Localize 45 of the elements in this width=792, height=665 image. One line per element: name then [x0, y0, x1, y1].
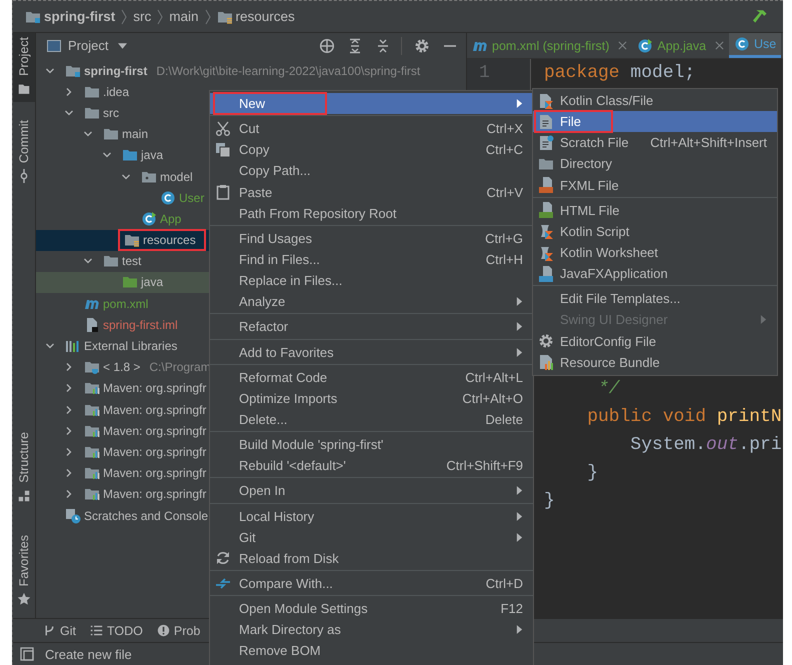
tree-item-label: < 1.8 >: [103, 360, 140, 374]
tree-item-label: User: [179, 190, 204, 205]
shortcut-text: Ctrl+Alt+L: [465, 370, 523, 385]
code-line: }: [586, 462, 600, 485]
code-line: package model;: [544, 62, 696, 85]
tree-item-label: Maven: org.springfr: [103, 424, 206, 438]
tree-item-label: External Libraries: [84, 339, 178, 354]
tree-item-label: Scratches and Console: [84, 508, 208, 523]
shortcut-text: Delete: [485, 412, 523, 428]
tree-item-label: src: [103, 106, 119, 120]
code-line: System.out.pri: [629, 434, 782, 457]
tree-item-label: main: [122, 127, 148, 142]
tree-item-label: .idea: [103, 84, 130, 99]
code-line: */: [597, 378, 621, 401]
tree-item-label: spring-first: [84, 64, 148, 78]
shortcut-text: Ctrl+Alt+Shift+Insert: [650, 135, 767, 150]
shortcut-text: Ctrl+C: [486, 142, 523, 158]
shortcut-text: Ctrl+G: [485, 230, 523, 246]
tree-item-label: Maven: org.springfr: [103, 381, 206, 396]
tree-item-label: Maven: org.springfr: [103, 487, 206, 502]
shortcut-text: Ctrl+V: [486, 184, 523, 200]
tree-item-label: Maven: org.springfr: [103, 466, 206, 480]
tree-item-label: Maven: org.springfr: [103, 444, 206, 459]
shortcut-text: Ctrl+H: [486, 252, 523, 268]
highlight-box: New: [215, 94, 326, 114]
shortcut-text: Ctrl+D: [486, 576, 523, 592]
tree-item-label: model: [160, 170, 193, 184]
shortcut-text: Ctrl+Shift+F9: [446, 458, 523, 474]
tree-item-label: test: [122, 254, 142, 268]
shortcut-text: F12: [500, 601, 523, 616]
tree-item-label: Maven: org.springfr: [103, 402, 206, 417]
highlight-box: File: [536, 112, 611, 132]
path-text: D:\Work\git\bite-learning-2022\java100\spring-first: [156, 64, 420, 78]
shortcut-text: Ctrl+Alt+O: [462, 390, 523, 406]
tree-item-label: java: [141, 275, 164, 290]
tree-item-label: resources: [143, 233, 196, 248]
status-message: Create new file: [45, 646, 132, 662]
path-text: C:\Program: [149, 360, 211, 374]
shortcut-text: Ctrl+X: [486, 121, 523, 136]
tree-item-label: pom.xml: [103, 296, 148, 311]
code-line: }: [544, 490, 556, 513]
tree-item-label: spring-first.iml: [103, 318, 178, 332]
tree-item-label: App: [160, 212, 182, 226]
tree-item-label: java: [141, 148, 164, 162]
code-line: public void printN: [586, 406, 782, 429]
